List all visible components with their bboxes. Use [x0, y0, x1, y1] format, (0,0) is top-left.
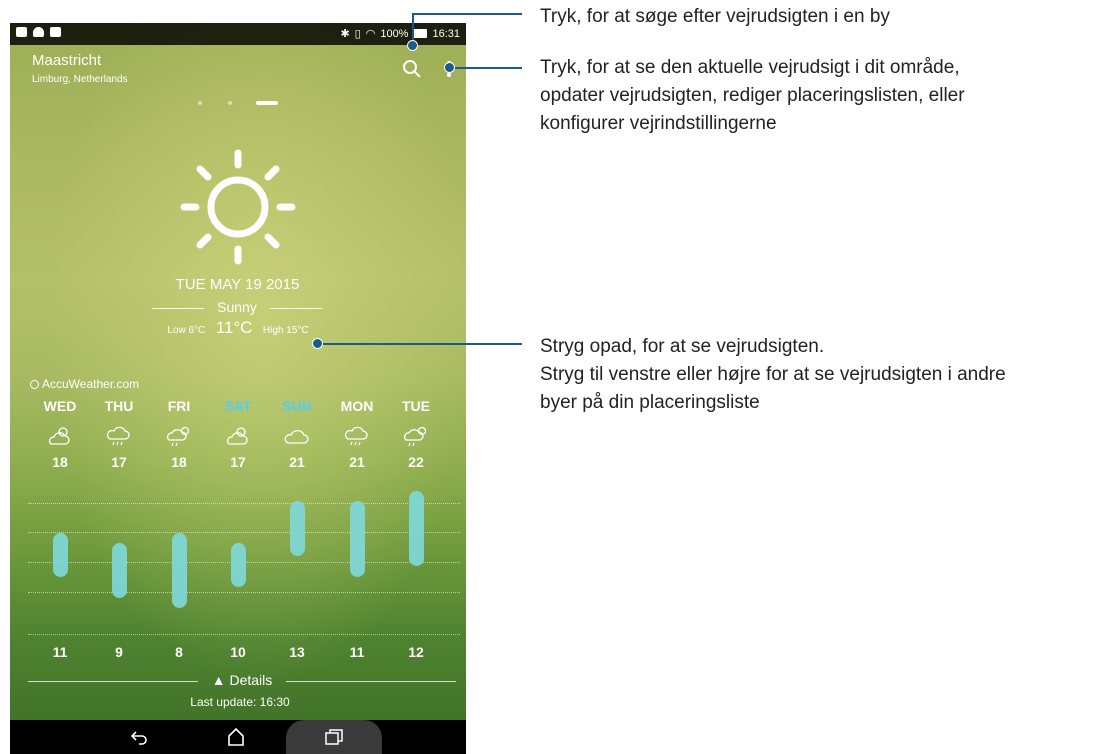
search-icon	[403, 60, 421, 78]
page-dot-active	[256, 101, 278, 105]
condition-row: Sunny	[152, 299, 322, 317]
temperature-range-bar	[231, 543, 246, 588]
divider	[286, 681, 456, 682]
forecast-low-temp: 11	[349, 644, 365, 660]
sun-icon	[180, 149, 296, 265]
last-update: Last update: 16:30	[190, 695, 290, 709]
forecast-low-temp: 13	[289, 644, 305, 660]
callout-search-line	[412, 13, 522, 15]
partly-sunny-icon	[49, 427, 70, 445]
forecast-high-temp: 21	[289, 454, 305, 470]
status-bar: ✱ ▯ ◠ 100% 16:31	[10, 23, 466, 45]
chart-grid-line	[28, 503, 460, 504]
forecast-high-temp: 17	[230, 454, 246, 470]
divider	[270, 308, 322, 309]
forecast-low-temp: 10	[230, 644, 246, 660]
rain-cloud-icon	[344, 426, 368, 446]
callout-swipe-text-3: byer på din placeringsliste	[540, 392, 760, 413]
callout-menu-text-2: opdater vejrudsigten, rediger placerings…	[540, 85, 965, 106]
cloud-icon	[284, 429, 309, 444]
page-indicator	[196, 100, 286, 106]
battery-percent: 100%	[380, 27, 409, 40]
forecast-high-temp: 17	[111, 454, 127, 470]
forecast-day-label: TUE	[402, 398, 430, 414]
callout-menu-text-1: Tryk, for at se den aktuelle vejrudsigt …	[540, 57, 960, 78]
current-date: TUE MAY 19 2015	[175, 276, 300, 293]
callout-swipe-text-2: Stryg til venstre eller højre for at se …	[540, 364, 1006, 385]
forecast-day-label: SUN	[282, 398, 312, 414]
app-notification-icon	[50, 27, 61, 37]
forecast-low-temp: 9	[115, 644, 123, 660]
triangle-up-icon: ▲	[211, 672, 230, 688]
temperature-range-bar	[350, 501, 365, 577]
clock: 16:31	[432, 27, 460, 40]
callout-menu-line	[450, 67, 522, 69]
forecast-day-label: FRI	[167, 398, 191, 414]
back-icon	[130, 731, 147, 745]
current-condition: Sunny	[217, 299, 257, 315]
battery-icon	[413, 29, 428, 38]
page-dot	[228, 101, 232, 105]
low-temp: Low 6°C	[167, 325, 206, 336]
callout-search-text: Tryk, for at søge efter vejrudsigten i e…	[540, 6, 890, 27]
recent-apps-button[interactable]	[286, 720, 382, 754]
city-name[interactable]: Maastricht	[32, 52, 101, 69]
forecast-high-temp: 18	[171, 454, 187, 470]
provider-name: AccuWeather.com	[42, 377, 140, 391]
details-toggle[interactable]: ▲ Details	[28, 672, 456, 690]
high-temp: High 15°C	[262, 325, 309, 336]
partly-sunny-icon	[227, 427, 248, 445]
forecast-day-label: WED	[43, 398, 77, 414]
forecast-high-temp: 22	[408, 454, 424, 470]
rain-cloud-icon	[106, 426, 130, 446]
details-text: Details	[229, 672, 273, 688]
temperature-range-bar	[290, 501, 305, 556]
temperature-range-bar	[409, 490, 424, 567]
callout-menu-dot	[444, 62, 455, 73]
sun-rain-icon	[167, 426, 190, 447]
search-button[interactable]	[401, 58, 423, 80]
forecast-low-temp: 12	[408, 644, 424, 660]
chart-grid-line	[28, 634, 460, 635]
wifi-icon: ◠	[365, 28, 376, 40]
forecast-day-label: THU	[104, 398, 134, 414]
callout-menu-text-3: konfigurer vejrindstillingerne	[540, 113, 777, 134]
home-button[interactable]	[206, 720, 266, 754]
temperature-range-bar	[53, 532, 68, 577]
back-button[interactable]	[110, 720, 170, 754]
chart-grid-line	[28, 532, 460, 533]
gallery-notification-icon	[16, 27, 27, 37]
bluetooth-icon: ✱	[340, 28, 350, 40]
provider-logo[interactable]: AccuWeather.com	[30, 377, 139, 391]
home-icon	[228, 727, 244, 746]
forecast-day-label: MON	[340, 398, 374, 414]
navigation-bar	[10, 720, 466, 754]
callout-swipe-dot	[312, 338, 323, 349]
chart-grid-line	[28, 592, 460, 593]
forecast-day-label: SAT	[224, 398, 252, 414]
temperature-range-bar	[172, 532, 187, 609]
vibrate-icon: ▯	[354, 28, 361, 40]
forecast-high-temp: 18	[52, 454, 68, 470]
region-name: Limburg, Netherlands	[32, 74, 128, 85]
details-label: ▲ Details	[28, 672, 456, 688]
today-temperatures: Low 6°C 11°C High 15°C	[148, 318, 328, 338]
current-temp: 11°C	[215, 318, 253, 337]
forecast-low-temp: 11	[52, 644, 68, 660]
accuweather-icon	[30, 379, 39, 389]
sun-rain-icon	[404, 426, 427, 447]
temperature-range-bar	[112, 543, 127, 598]
recent-apps-icon	[325, 729, 343, 745]
page-dot	[198, 101, 202, 105]
callout-swipe-text-1: Stryg opad, for at se vejrudsigten.	[540, 336, 825, 357]
forecast-low-temp: 8	[175, 644, 183, 660]
callout-swipe-line	[318, 343, 522, 345]
forecast-high-temp: 21	[349, 454, 365, 470]
cloud-notification-icon	[33, 27, 44, 37]
callout-search-dot	[407, 40, 418, 51]
